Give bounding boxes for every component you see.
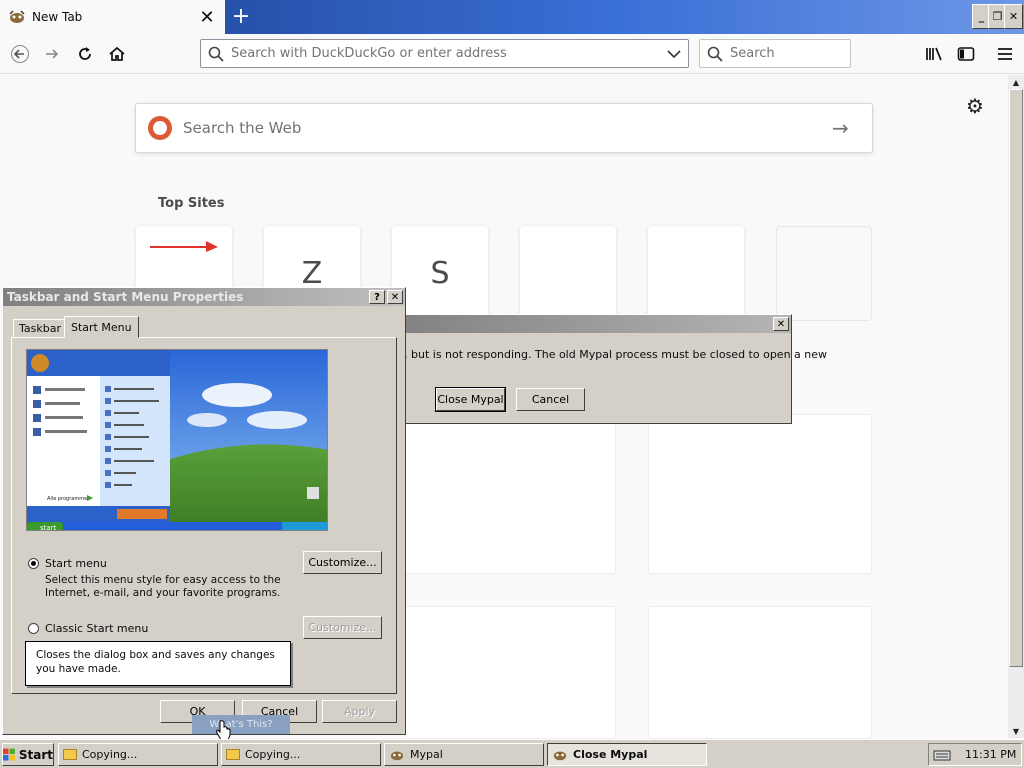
windows-logo-icon — [3, 748, 15, 761]
start-label: Start — [18, 747, 53, 762]
folder-icon — [226, 749, 240, 760]
taskbar-item-label: Close Mypal — [573, 748, 648, 761]
web-search-box[interactable]: Search the Web → — [135, 103, 873, 153]
close-icon[interactable]: ✕ — [387, 290, 403, 304]
taskbar-item-copying[interactable]: Copying... — [221, 743, 381, 766]
classic-customize-button: Customize... — [303, 616, 382, 639]
web-search-input[interactable]: Search the Web — [183, 119, 832, 137]
highlight-card[interactable] — [405, 606, 616, 739]
dialog-title: Taskbar and Start Menu Properties — [7, 290, 244, 304]
top-sites-heading: Top Sites — [158, 196, 225, 211]
navigation-toolbar: Search with DuckDuckGo or enter address … — [0, 34, 1024, 74]
search-icon — [700, 46, 730, 62]
scroll-up-icon[interactable]: ▲ — [1008, 75, 1024, 89]
top-site-label: S — [430, 256, 450, 291]
sidebar-icon[interactable] — [952, 40, 980, 68]
new-tab-button[interactable]: + — [228, 3, 254, 29]
back-icon[interactable] — [6, 40, 34, 68]
clock[interactable]: 11:31 PM — [965, 748, 1016, 761]
mypal-icon — [9, 10, 25, 23]
start-menu-option-description: Select this menu style for easy access t… — [45, 574, 281, 599]
tab-panel: Alle programmer start Start menu Select … — [11, 337, 397, 694]
taskbar-properties-dialog: Taskbar and Start Menu Properties ? ✕ Ta… — [2, 287, 406, 735]
search-bar[interactable]: Search — [699, 39, 851, 68]
highlight-card[interactable] — [405, 414, 616, 574]
top-site-tile[interactable]: S — [392, 226, 488, 321]
search-input[interactable]: Search — [730, 46, 775, 61]
home-icon[interactable] — [103, 40, 131, 68]
start-menu-preview: Alle programmer start — [26, 349, 328, 531]
top-site-tile[interactable] — [520, 226, 616, 321]
taskbar-item-label: Copying... — [245, 748, 301, 761]
preview-image: Alle programmer start — [27, 350, 327, 531]
help-icon[interactable]: ? — [369, 290, 385, 304]
hamburger-menu-icon[interactable] — [991, 40, 1019, 68]
scrollbar-thumb[interactable] — [1009, 89, 1023, 667]
top-site-label: Z — [301, 256, 323, 291]
taskbar-item-mypal[interactable]: Mypal — [384, 743, 544, 766]
url-input[interactable]: Search with DuckDuckGo or enter address — [231, 46, 660, 61]
taskbar: Start Copying... Copying... Mypal Close … — [0, 739, 1024, 768]
library-icon[interactable] — [920, 40, 948, 68]
apply-button: Apply — [322, 700, 397, 723]
gear-icon[interactable]: ⚙ — [966, 94, 984, 118]
whats-this-menu[interactable]: What's This? — [192, 715, 290, 734]
url-bar[interactable]: Search with DuckDuckGo or enter address — [200, 39, 689, 68]
customize-button[interactable]: Customize... — [303, 551, 382, 574]
mypal-icon — [390, 751, 404, 760]
dialog-message: , but is not responding. The old Mypal p… — [404, 348, 828, 361]
top-site-tile[interactable] — [776, 226, 872, 321]
start-menu-option-label[interactable]: Start menu — [45, 557, 107, 570]
dialog-titlebar: ✕ — [386, 315, 791, 333]
close-icon[interactable]: ✕ — [773, 317, 789, 331]
system-tray: 11:31 PM — [928, 743, 1022, 766]
tooltip: Closes the dialog box and saves any chan… — [25, 641, 291, 686]
reload-icon[interactable] — [71, 40, 99, 68]
start-button[interactable]: Start — [2, 743, 54, 766]
tab-title: New Tab — [32, 10, 83, 24]
taskbar-item-copying[interactable]: Copying... — [58, 743, 218, 766]
classic-option-label[interactable]: Classic Start menu — [45, 622, 148, 635]
window-close-button[interactable]: ✕ — [1004, 4, 1023, 29]
tab-new-tab[interactable]: New Tab ✕ — [0, 0, 225, 34]
scroll-down-icon[interactable]: ▼ — [1008, 724, 1024, 738]
red-arrow-icon — [150, 241, 218, 252]
taskbar-item-close-mypal[interactable]: Close Mypal — [547, 743, 707, 766]
vertical-scrollbar[interactable]: ▲ ▼ — [1008, 75, 1024, 738]
highlight-card[interactable] — [648, 606, 872, 739]
keyboard-icon[interactable] — [933, 749, 951, 761]
tab-strip: New Tab ✕ + _ ❐ ✕ — [0, 0, 1024, 34]
start-menu-radio[interactable] — [28, 558, 39, 569]
arrow-right-icon[interactable]: → — [832, 116, 872, 140]
preview-programs-label: Alle programmer — [47, 496, 90, 502]
tab-close-icon[interactable]: ✕ — [195, 5, 219, 29]
highlight-card[interactable] — [648, 414, 872, 574]
search-icon — [201, 46, 231, 62]
forward-icon[interactable] — [38, 40, 66, 68]
taskbar-item-label: Mypal — [410, 748, 443, 761]
mypal-icon — [553, 751, 567, 760]
folder-icon — [63, 749, 77, 760]
cancel-button[interactable]: Cancel — [516, 388, 585, 411]
close-mypal-button[interactable]: Close Mypal — [435, 387, 506, 412]
chevron-down-icon[interactable] — [660, 49, 688, 59]
preview-start-label: start — [40, 524, 57, 531]
tab-taskbar[interactable]: Taskbar — [13, 319, 67, 337]
classic-start-menu-radio[interactable] — [28, 623, 39, 634]
duckduckgo-icon — [148, 116, 172, 140]
taskbar-item-label: Copying... — [82, 748, 138, 761]
dialog-titlebar: Taskbar and Start Menu Properties ? ✕ — [3, 288, 405, 306]
mypal-not-responding-dialog: ✕ , but is not responding. The old Mypal… — [385, 314, 827, 424]
top-site-tile[interactable] — [648, 226, 744, 321]
tab-start-menu[interactable]: Start Menu — [64, 316, 139, 338]
